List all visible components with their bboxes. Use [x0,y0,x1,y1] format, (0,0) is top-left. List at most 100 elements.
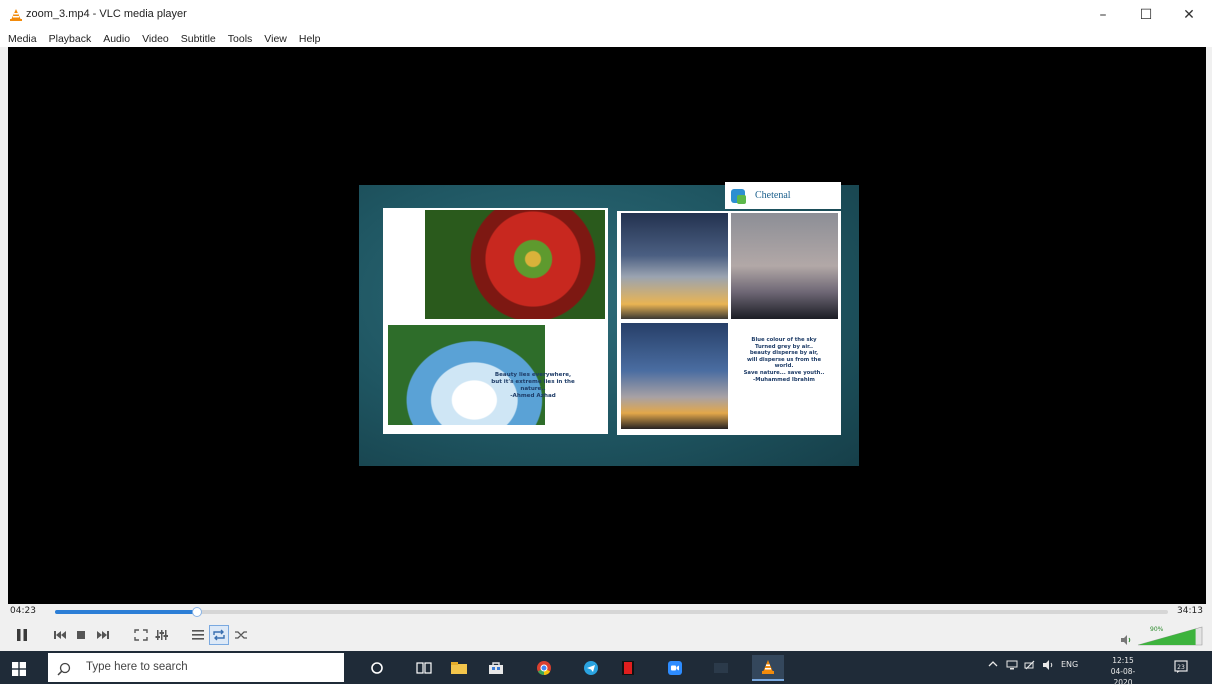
quote-right-line: Blue colour of the sky [751,337,817,343]
next-icon [97,631,109,639]
equalizer-icon [155,630,168,640]
notification-count: 23 [1177,664,1185,671]
quote-right-line: Save nature... save youth.. [743,369,825,376]
stop-button[interactable] [72,625,90,645]
volume-tray-icon[interactable] [1042,660,1054,672]
notification-center-icon[interactable]: 23 [1174,659,1188,673]
network-icon[interactable] [1006,660,1018,672]
pause-button[interactable] [12,625,32,645]
quote-left-line: nature.. [520,386,546,392]
input-language[interactable]: ENG [1061,660,1078,669]
menu-playback[interactable]: Playback [49,33,92,45]
volume-slider[interactable] [1136,625,1204,647]
slide-panel-right: Blue colour of the sky Turned grey by ai… [617,211,841,435]
video-area[interactable]: Chetenal Beauty lies everywhere, but it'… [8,47,1206,604]
system-clock[interactable]: 12:15 04-08-2020 [1103,655,1143,688]
chrome-icon [537,661,551,676]
seek-handle[interactable] [192,607,203,617]
pause-icon [17,629,27,641]
menu-subtitle[interactable]: Subtitle [181,33,216,45]
loop-icon [213,629,225,641]
windows-start-icon[interactable] [12,661,26,676]
volume-percent: 90% [1150,626,1164,633]
elapsed-time[interactable]: 04:23 [10,606,36,616]
minimize-button[interactable]: – [1081,0,1125,30]
shuffle-icon [235,631,247,639]
playlist-icon [192,630,204,640]
sunset-sky-image-2 [621,323,728,429]
extended-settings-button[interactable] [152,625,172,645]
store-bag-icon [489,662,503,674]
taskbar-store[interactable] [480,655,512,681]
zoom-icon [668,661,682,675]
taskbar-file-explorer[interactable] [443,655,475,681]
close-button[interactable]: ✕ [1167,0,1211,30]
quote-left-author: -Ahmed Azhad [510,393,556,399]
quote-right-author: -Muhammed Ibrahim [753,376,815,383]
search-placeholder: Type here to search [86,661,188,673]
flower-image [425,210,605,319]
quote-right-line: beauty disperse by air, [749,350,819,357]
slide-panel-left: Beauty lies everywhere, but it's extreme… [383,208,608,434]
vlc-cone-icon [9,7,23,21]
clock-time: 12:15 [1112,656,1134,665]
tray-chevron-up-icon[interactable] [988,660,998,670]
previous-button[interactable] [50,625,70,645]
folder-icon [451,662,467,674]
title-bar: zoom_3.mp4 - VLC media player – ☐ ✕ [0,0,1212,30]
fullscreen-button[interactable] [131,625,151,645]
logo-text: Chetenal [755,190,791,201]
maximize-button[interactable]: ☐ [1124,0,1168,30]
menu-tools[interactable]: Tools [228,33,253,45]
taskbar-vlc[interactable] [752,655,784,681]
menu-help[interactable]: Help [299,33,321,45]
search-icon [57,661,71,680]
taskbar-zoom[interactable] [659,655,691,681]
quote-right: Blue colour of the sky Turned grey by ai… [730,337,838,383]
cortana-button[interactable] [361,655,393,681]
dusk-sky-image [731,213,838,319]
total-time[interactable]: 34:13 [1177,606,1203,616]
clock-date: 04-08-2020 [1110,667,1136,687]
cortana-icon [371,662,383,674]
speaker-icon[interactable] [1120,630,1132,649]
quote-left-line: but it's extreme lies in the [491,379,575,385]
battery-icon[interactable] [1024,660,1036,672]
menu-bar: Media Playback Audio Video Subtitle Tool… [0,30,1212,47]
seek-progress [55,610,198,614]
vlc-window: zoom_3.mp4 - VLC media player – ☐ ✕ Medi… [0,0,1212,651]
seek-row: 04:23 34:13 [0,604,1212,621]
taskbar-red-app[interactable] [612,655,644,681]
fullscreen-icon [134,629,148,641]
shuffle-button[interactable] [231,625,251,645]
loop-button[interactable] [209,625,229,645]
menu-audio[interactable]: Audio [103,33,130,45]
windows-taskbar: Type here to search ENG 12:15 04-08-2020… [0,651,1212,687]
taskbar-empty-slot[interactable] [705,655,737,681]
app-icon [714,663,728,673]
menu-media[interactable]: Media [8,33,37,45]
vlc-cone-icon [762,660,774,674]
window-title: zoom_3.mp4 - VLC media player [26,8,187,20]
menu-video[interactable]: Video [142,33,169,45]
taskbar-search[interactable]: Type here to search [48,653,344,682]
controls-row: 90% [0,621,1212,651]
taskbar-chrome[interactable] [528,655,560,681]
quote-right-line: world. [774,363,794,370]
task-view-icon [416,662,432,674]
sunset-sky-image-1 [621,213,728,319]
telegram-icon [584,661,598,675]
logo-mark-icon [731,188,746,204]
stop-icon [77,631,85,639]
quote-left-line: Beauty lies everywhere, [494,372,572,378]
playlist-button[interactable] [188,625,208,645]
task-view-button[interactable] [408,655,440,681]
previous-icon [54,631,66,639]
video-frame-slide: Chetenal Beauty lies everywhere, but it'… [359,182,859,466]
seek-bar[interactable] [55,607,1168,617]
slide-logo: Chetenal [725,182,841,209]
taskbar-telegram[interactable] [575,655,607,681]
menu-view[interactable]: View [264,33,287,45]
next-button[interactable] [93,625,113,645]
quote-right-line: Turned grey by air.. [754,343,814,350]
